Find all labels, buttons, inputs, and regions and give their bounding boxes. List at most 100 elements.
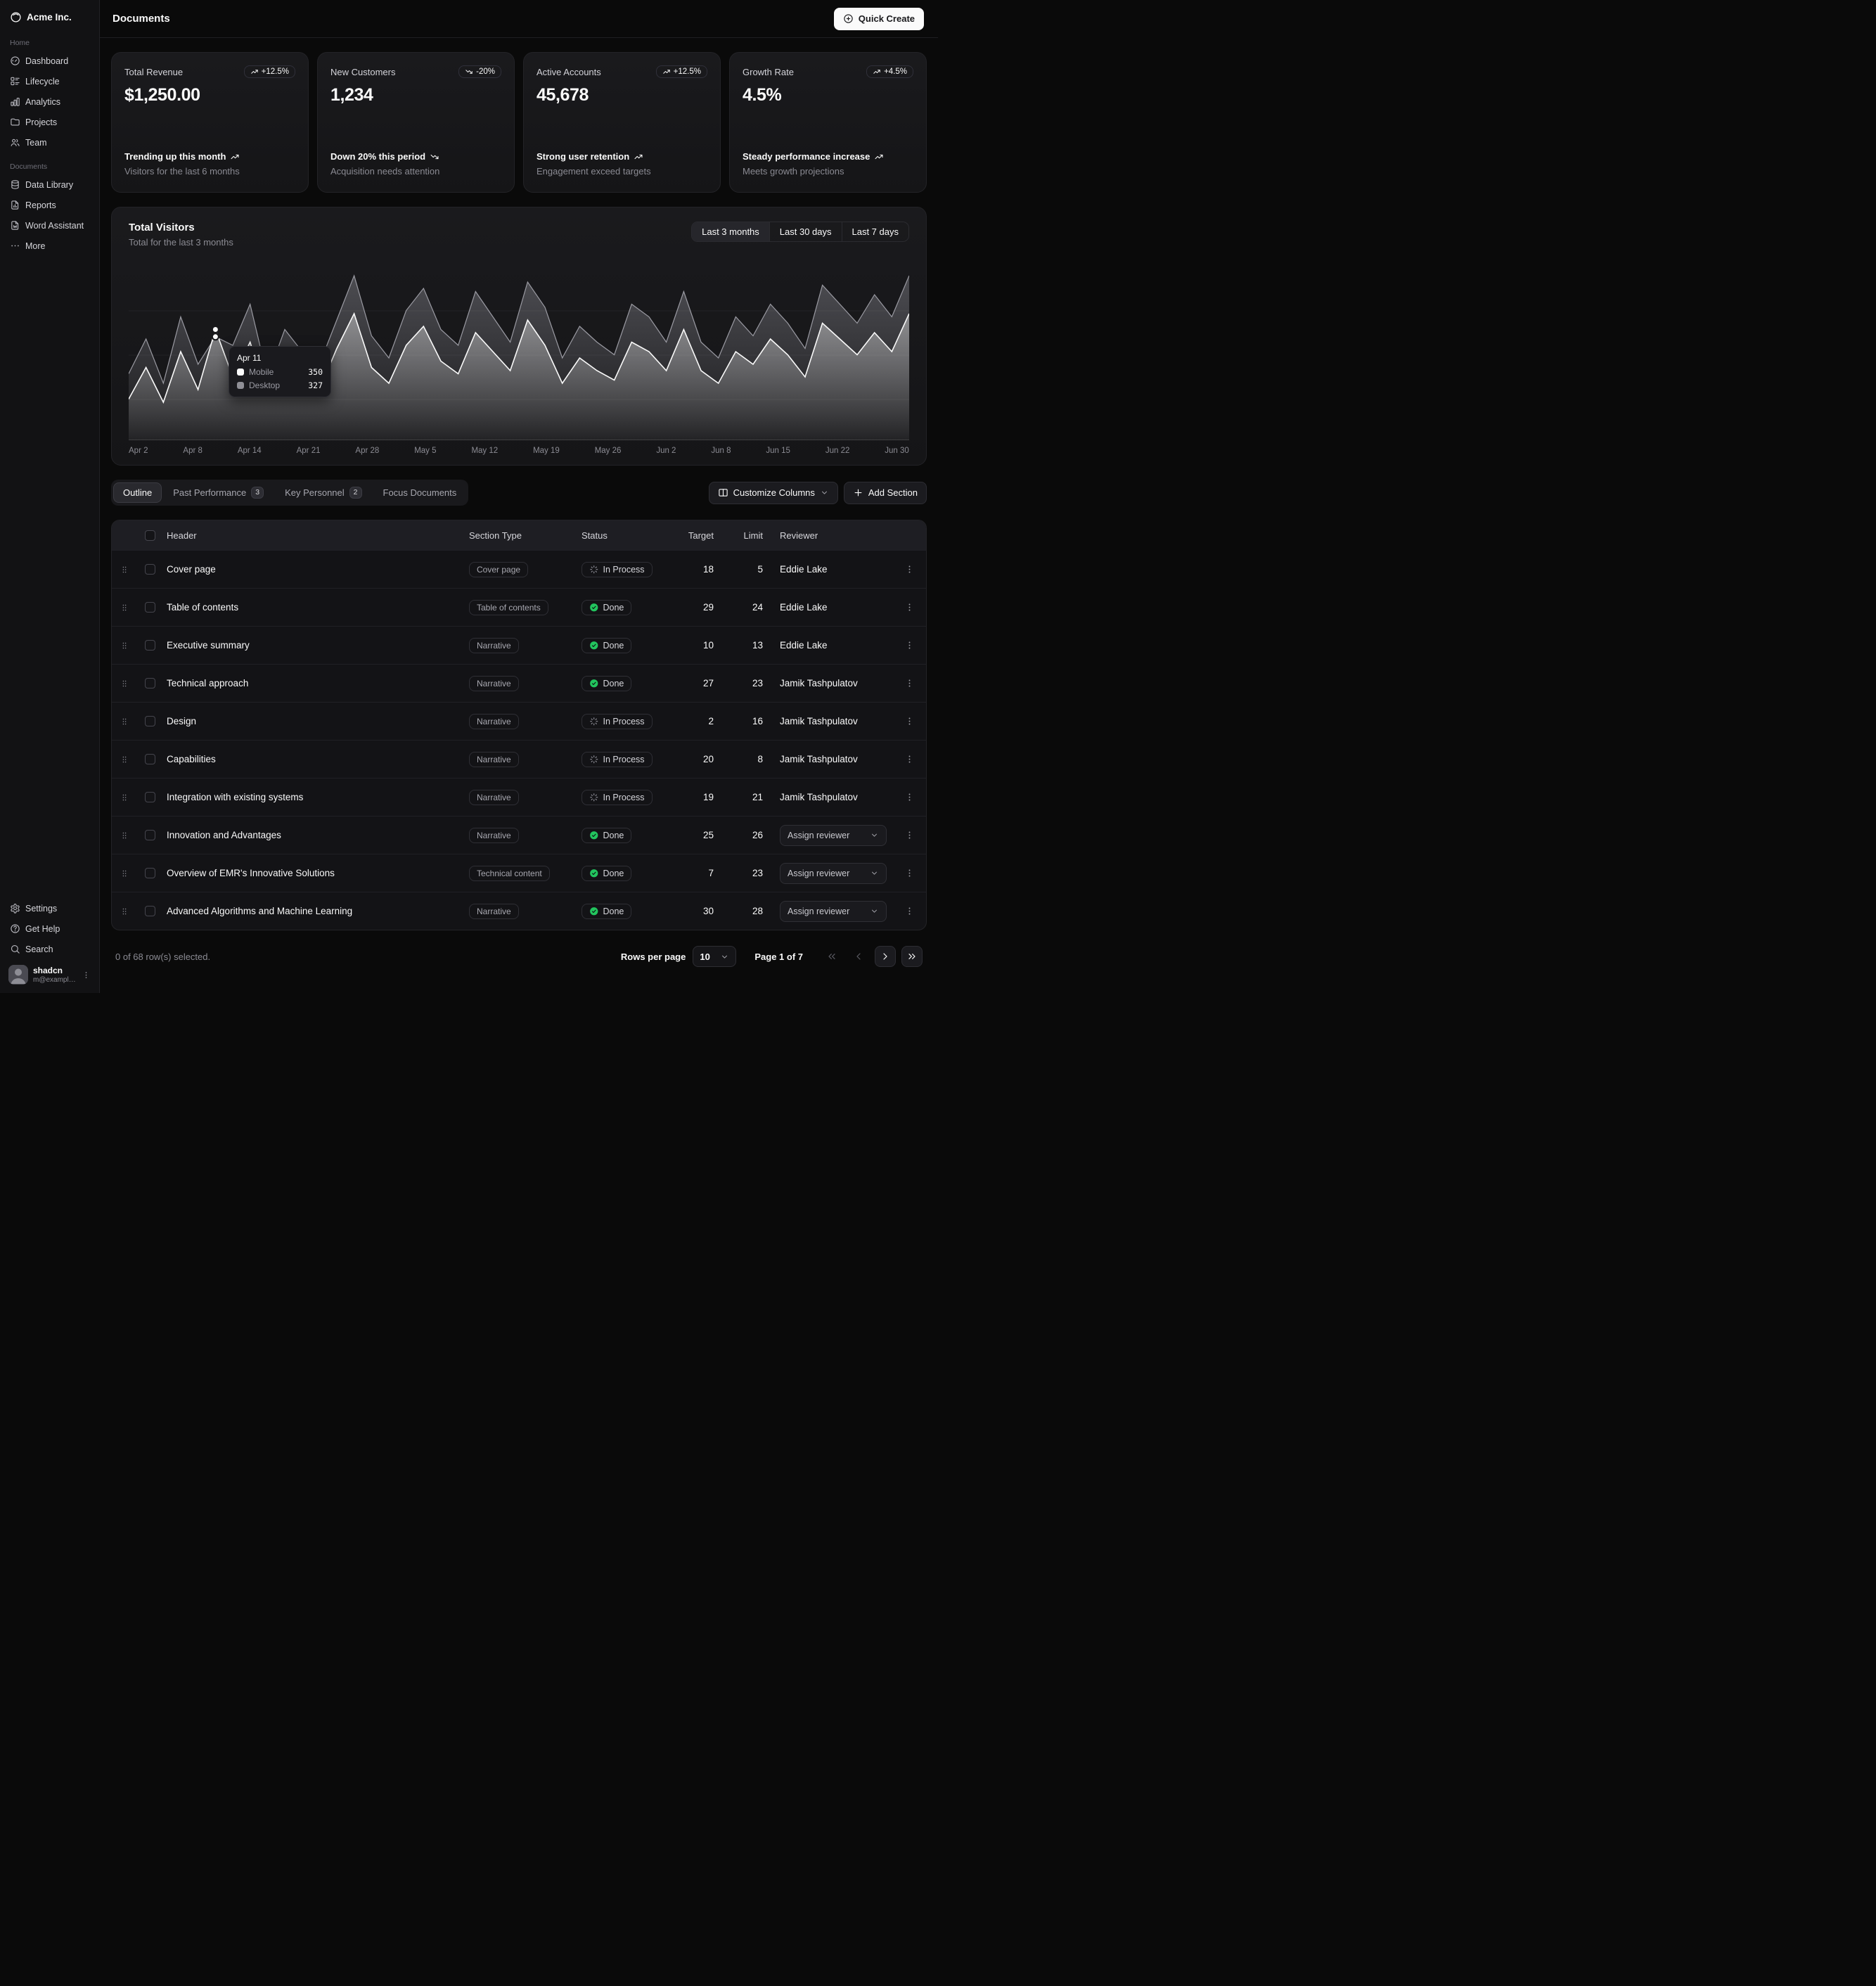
sidebar-item-lifecycle[interactable]: Lifecycle (6, 71, 94, 91)
row-checkbox[interactable] (145, 830, 155, 840)
row-header-link[interactable]: Executive summary (162, 640, 465, 651)
target-value[interactable]: 19 (677, 792, 726, 802)
row-actions-button[interactable] (899, 826, 919, 845)
section-type-badge: Technical content (469, 866, 550, 881)
sidebar-item-more[interactable]: More (6, 236, 94, 256)
sidebar-item-data-library[interactable]: Data Library (6, 174, 94, 195)
sidebar-item-projects[interactable]: Projects (6, 112, 94, 132)
range-last-7-days[interactable]: Last 7 days (842, 222, 909, 241)
assign-reviewer-select[interactable]: Assign reviewer (780, 901, 887, 922)
tab-focus-documents[interactable]: Focus Documents (373, 482, 467, 503)
target-value[interactable]: 10 (677, 640, 726, 651)
assign-reviewer-select[interactable]: Assign reviewer (780, 863, 887, 884)
limit-value[interactable]: 13 (726, 640, 776, 651)
limit-value[interactable]: 23 (726, 678, 776, 688)
user-menu[interactable]: shadcn m@example.com (6, 959, 94, 987)
sidebar-item-word-assistant[interactable]: Word Assistant (6, 215, 94, 236)
customize-columns-button[interactable]: Customize Columns (709, 482, 838, 504)
previous-page-button[interactable] (848, 946, 869, 967)
limit-value[interactable]: 28 (726, 906, 776, 916)
drag-handle[interactable] (112, 869, 137, 878)
row-header-link[interactable]: Overview of EMR's Innovative Solutions (162, 868, 465, 878)
rows-per-page-select[interactable]: 10 (693, 946, 736, 967)
drag-handle[interactable] (112, 906, 137, 916)
row-checkbox[interactable] (145, 602, 155, 613)
row-checkbox[interactable] (145, 792, 155, 802)
drag-handle[interactable] (112, 831, 137, 840)
drag-handle[interactable] (112, 793, 137, 802)
select-all-checkbox[interactable] (145, 530, 155, 541)
row-checkbox[interactable] (145, 716, 155, 726)
tab-outline[interactable]: Outline (113, 482, 162, 503)
drag-handle[interactable] (112, 679, 137, 688)
assign-reviewer-select[interactable]: Assign reviewer (780, 825, 887, 846)
last-page-button[interactable] (901, 946, 923, 967)
row-actions-button[interactable] (899, 864, 919, 883)
sidebar-item-search[interactable]: Search (6, 939, 94, 959)
limit-value[interactable]: 26 (726, 830, 776, 840)
drag-handle[interactable] (112, 603, 137, 613)
row-header-link[interactable]: Technical approach (162, 678, 465, 688)
row-header-link[interactable]: Design (162, 716, 465, 726)
quick-create-button[interactable]: Quick Create (834, 8, 924, 30)
stat-footer-sub: Meets growth projections (743, 166, 913, 177)
target-value[interactable]: 29 (677, 602, 726, 613)
row-header-link[interactable]: Advanced Algorithms and Machine Learning (162, 906, 465, 916)
drag-handle[interactable] (112, 641, 137, 651)
reviewer-name: Eddie Lake (780, 602, 828, 613)
row-checkbox[interactable] (145, 678, 155, 688)
limit-value[interactable]: 23 (726, 868, 776, 878)
row-header-link[interactable]: Capabilities (162, 754, 465, 764)
row-actions-button[interactable] (899, 712, 919, 731)
row-actions-button[interactable] (899, 902, 919, 921)
sidebar-item-settings[interactable]: Settings (6, 898, 94, 918)
row-checkbox[interactable] (145, 640, 155, 651)
first-page-button[interactable] (821, 946, 842, 967)
row-actions-button[interactable] (899, 636, 919, 655)
row-actions-button[interactable] (899, 598, 919, 617)
add-section-button[interactable]: Add Section (844, 482, 927, 504)
target-value[interactable]: 30 (677, 906, 726, 916)
limit-value[interactable]: 21 (726, 792, 776, 802)
row-header-link[interactable]: Innovation and Advantages (162, 830, 465, 840)
limit-value[interactable]: 5 (726, 564, 776, 575)
stat-title: New Customers (330, 65, 395, 77)
range-last-3-months[interactable]: Last 3 months (692, 222, 769, 241)
column-header[interactable]: Header (162, 530, 465, 541)
target-value[interactable]: 20 (677, 754, 726, 764)
target-value[interactable]: 18 (677, 564, 726, 575)
row-header-link[interactable]: Cover page (162, 564, 465, 575)
chevron-down-icon (820, 488, 829, 497)
range-last-30-days[interactable]: Last 30 days (769, 222, 842, 241)
sidebar-item-team[interactable]: Team (6, 132, 94, 153)
target-value[interactable]: 27 (677, 678, 726, 688)
limit-value[interactable]: 16 (726, 716, 776, 726)
row-actions-button[interactable] (899, 750, 919, 769)
row-header-link[interactable]: Table of contents (162, 602, 465, 613)
row-checkbox[interactable] (145, 564, 155, 575)
drag-handle[interactable] (112, 755, 137, 764)
row-checkbox[interactable] (145, 906, 155, 916)
limit-value[interactable]: 8 (726, 754, 776, 764)
drag-handle[interactable] (112, 717, 137, 726)
sidebar-item-analytics[interactable]: Analytics (6, 91, 94, 112)
row-checkbox[interactable] (145, 754, 155, 764)
row-checkbox[interactable] (145, 868, 155, 878)
target-value[interactable]: 2 (677, 716, 726, 726)
sidebar-item-dashboard[interactable]: Dashboard (6, 51, 94, 71)
brand[interactable]: Acme Inc. (6, 6, 94, 29)
row-actions-button[interactable] (899, 788, 919, 807)
row-actions-button[interactable] (899, 674, 919, 693)
sidebar-item-get-help[interactable]: Get Help (6, 918, 94, 939)
target-value[interactable]: 25 (677, 830, 726, 840)
next-page-button[interactable] (875, 946, 896, 967)
target-value[interactable]: 7 (677, 868, 726, 878)
row-header-link[interactable]: Integration with existing systems (162, 792, 465, 802)
limit-value[interactable]: 24 (726, 602, 776, 613)
drag-handle[interactable] (112, 565, 137, 575)
tab-key-personnel[interactable]: Key Personnel2 (275, 482, 371, 504)
row-actions-button[interactable] (899, 560, 919, 579)
tab-past-performance[interactable]: Past Performance3 (163, 482, 274, 504)
section-type-badge: Table of contents (469, 600, 548, 615)
sidebar-item-reports[interactable]: Reports (6, 195, 94, 215)
